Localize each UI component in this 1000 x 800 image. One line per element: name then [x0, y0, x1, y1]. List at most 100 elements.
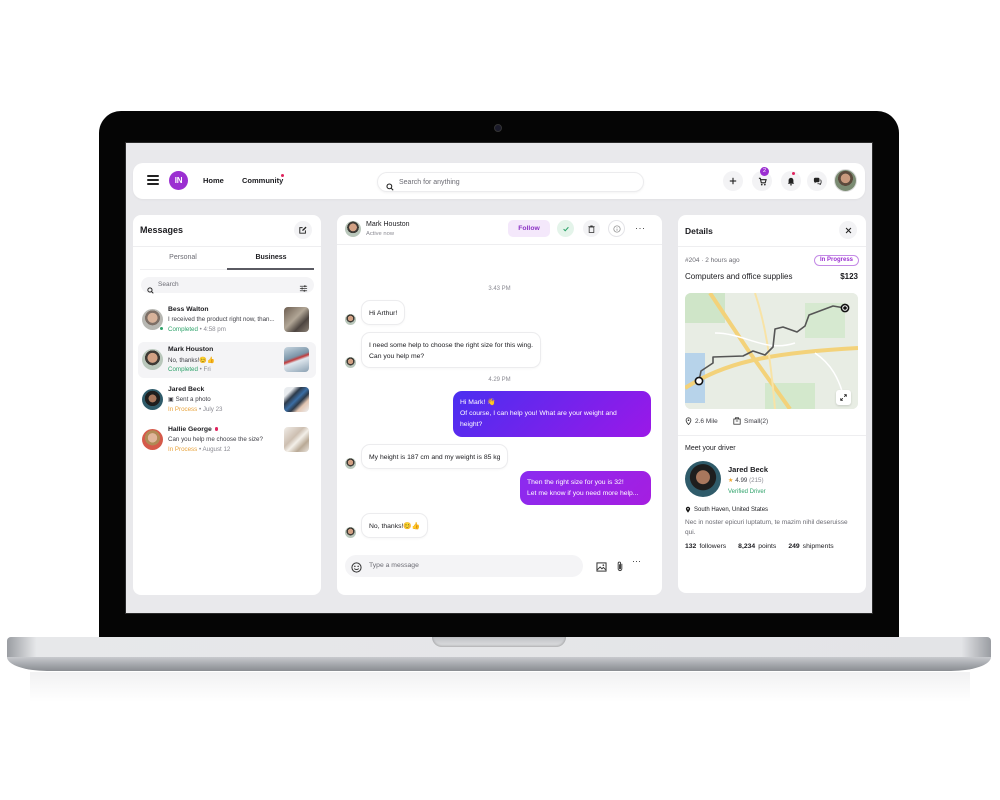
product-thumbnail — [284, 347, 309, 372]
more-options-icon[interactable]: ··· — [635, 223, 646, 233]
nav-home[interactable]: Home — [203, 176, 224, 185]
follow-button[interactable]: Follow — [508, 220, 550, 237]
close-button[interactable] — [839, 221, 857, 239]
contact-name: Mark Houston — [168, 346, 214, 353]
divider — [678, 246, 866, 247]
contact-name: Bess Walton — [168, 306, 209, 313]
sender-avatar — [345, 314, 356, 325]
contact-avatar — [142, 389, 163, 410]
attachment-icon[interactable] — [616, 559, 624, 577]
contact-name: Jared Beck — [168, 386, 205, 393]
add-button[interactable] — [723, 171, 743, 191]
message-text: Hi Mark! 👋 — [460, 399, 496, 406]
driver-location: South Haven, United States — [685, 506, 768, 513]
conversation-item[interactable]: Bess Walton I received the product right… — [138, 302, 316, 338]
contact-name: Hallie George — [168, 426, 219, 433]
sender-avatar — [345, 458, 356, 469]
rating-count: (215) — [749, 477, 764, 484]
tab-personal[interactable]: Personal — [138, 254, 228, 261]
conversation-item[interactable]: Hallie George Can you help me choose the… — [138, 422, 316, 458]
product-thumbnail — [284, 307, 309, 332]
location-pin-icon — [685, 417, 692, 425]
tab-business[interactable]: Business — [226, 254, 316, 261]
emoji-icon[interactable] — [351, 560, 362, 578]
notification-dot — [281, 174, 284, 177]
chat-button[interactable] — [807, 171, 827, 191]
info-button[interactable] — [608, 220, 625, 237]
status-label: In Process — [168, 446, 198, 453]
laptop-reflection — [30, 672, 970, 702]
message-text: height? — [460, 421, 483, 428]
sender-avatar — [345, 357, 356, 368]
top-navbar: IN Home Community Search for anything 2 — [133, 163, 865, 199]
image-icon[interactable] — [596, 559, 607, 577]
stat-followers: 132 followers — [685, 543, 726, 550]
webcam — [494, 124, 502, 132]
chat-icon — [813, 177, 821, 185]
route-map[interactable] — [685, 293, 858, 409]
menu-icon[interactable] — [147, 175, 159, 185]
message-bubble-incoming: No, thanks!😊👍 — [361, 513, 429, 538]
status-badge: In Progress — [814, 255, 860, 266]
conversation-item[interactable]: Jared Beck ▣ Sent a photo In Process • J… — [138, 382, 316, 418]
filter-icon[interactable] — [299, 280, 308, 298]
message-preview: ▣ Sent a photo — [168, 396, 211, 403]
nav-community[interactable]: Community — [242, 176, 283, 185]
driver-bio: Nec in noster epicuri luptatum, te mazim… — [685, 519, 848, 536]
more-options-icon[interactable]: ··· — [632, 556, 641, 566]
user-avatar[interactable] — [834, 169, 857, 192]
stat-label: followers — [699, 543, 727, 550]
map-graphic — [685, 293, 858, 409]
message-bubble-incoming: My height is 187 cm and my weight is 85 … — [361, 444, 509, 469]
status-label: In Process — [168, 406, 198, 413]
cart-count-badge: 2 — [760, 167, 769, 176]
conversation-item[interactable]: Mark Houston No, thanks!😊👍 Completed • F… — [138, 342, 316, 378]
verified-badge: Verified Driver — [728, 489, 766, 495]
global-search-input[interactable]: Search for anything — [377, 172, 644, 192]
preview-text: Sent a photo — [175, 396, 211, 403]
message-bubble-incoming: I need some help to choose the right siz… — [361, 332, 541, 368]
message-input[interactable]: Type a message — [345, 555, 583, 577]
contact-name-text: Hallie George — [168, 426, 212, 433]
message-preview: No, thanks!😊👍 — [168, 357, 215, 364]
mark-complete-button[interactable] — [557, 220, 574, 237]
divider — [337, 244, 662, 245]
contact-avatar — [142, 349, 163, 370]
contact-avatar — [142, 429, 163, 450]
package-info: Small(2) — [733, 417, 768, 425]
app-logo[interactable]: IN — [169, 171, 188, 190]
bell-icon — [787, 177, 795, 186]
order-name: Computers and office supplies — [685, 272, 793, 281]
messages-search-input[interactable]: Search — [141, 277, 314, 294]
laptop-notch — [432, 637, 566, 647]
stat-label: shipments — [802, 543, 834, 550]
distance-value: 2.6 Mile — [695, 417, 718, 425]
order-price: $123 — [840, 272, 858, 281]
app-screen: IN Home Community Search for anything 2 … — [125, 142, 873, 614]
message-bubble-outgoing: Hi Mark! 👋 Of course, I can help you! Wh… — [453, 391, 651, 437]
sender-avatar — [345, 527, 356, 538]
order-meta: #204 · 2 hours ago — [685, 257, 740, 264]
stat-points: 8,234 points — [738, 543, 776, 550]
contact-avatar[interactable] — [345, 221, 361, 237]
conversation-meta: Completed • Fri — [168, 366, 211, 373]
message-text: No, thanks!😊👍 — [369, 523, 421, 530]
star-icon: ★ — [728, 477, 734, 484]
stat-shipments: 249 shipments — [788, 543, 833, 550]
notifications-button[interactable] — [781, 171, 801, 191]
stat-label: points — [758, 543, 777, 550]
time-divider: 3.43 PM — [488, 286, 511, 292]
delete-button[interactable] — [583, 220, 600, 237]
status-label: Completed — [168, 326, 198, 333]
search-icon — [147, 281, 154, 299]
message-preview: I received the product right now, than..… — [168, 316, 275, 323]
timestamp: Fri — [203, 366, 211, 373]
message-text: Let me know if you need more help... — [527, 490, 639, 497]
stat-value: 132 — [685, 543, 697, 550]
expand-map-button[interactable] — [836, 390, 851, 405]
driver-avatar[interactable] — [685, 461, 721, 497]
search-placeholder: Search for anything — [399, 178, 460, 186]
timestamp: 4:58 pm — [203, 326, 226, 333]
package-value: Small(2) — [744, 417, 769, 425]
compose-button[interactable] — [294, 221, 312, 239]
